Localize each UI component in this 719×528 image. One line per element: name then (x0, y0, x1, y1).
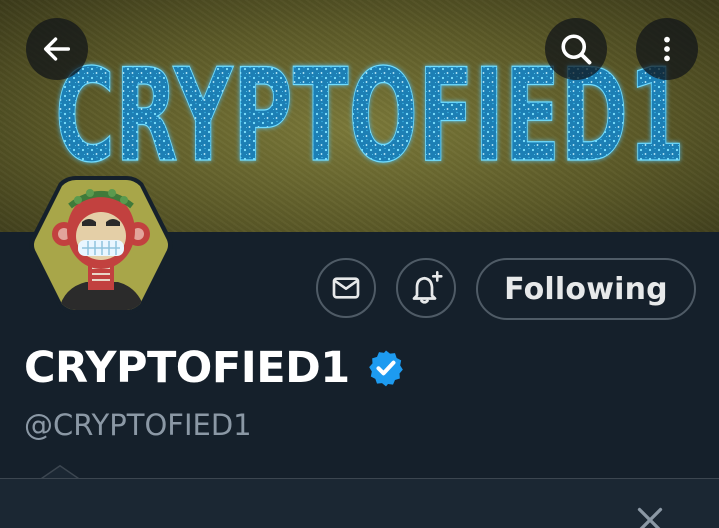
envelope-icon (332, 277, 360, 299)
message-button[interactable] (316, 258, 376, 318)
display-name-row: CRYPTOFIED1 (24, 340, 406, 396)
avatar-image (29, 176, 173, 314)
arrow-left-icon (43, 37, 71, 61)
bell-plus-icon (412, 270, 443, 304)
avatar[interactable] (22, 176, 178, 314)
more-vertical-icon (664, 36, 670, 62)
notification-popup (0, 478, 719, 528)
display-name: CRYPTOFIED1 (24, 343, 350, 393)
following-button[interactable]: Following (476, 258, 696, 320)
close-icon[interactable] (632, 502, 668, 528)
verified-badge-icon[interactable] (366, 348, 406, 388)
search-icon (561, 34, 592, 65)
username-handle: @CRYPTOFIED1 (24, 408, 252, 442)
profile-screen: CRYPTOFIED1 Following CRYPTOFIED1 @CRYPT… (0, 0, 719, 528)
back-button[interactable] (26, 18, 88, 80)
search-button[interactable] (545, 18, 607, 80)
more-button[interactable] (636, 18, 698, 80)
banner-graphic: CRYPTOFIED1 (54, 41, 685, 180)
notifications-button[interactable] (396, 258, 456, 318)
